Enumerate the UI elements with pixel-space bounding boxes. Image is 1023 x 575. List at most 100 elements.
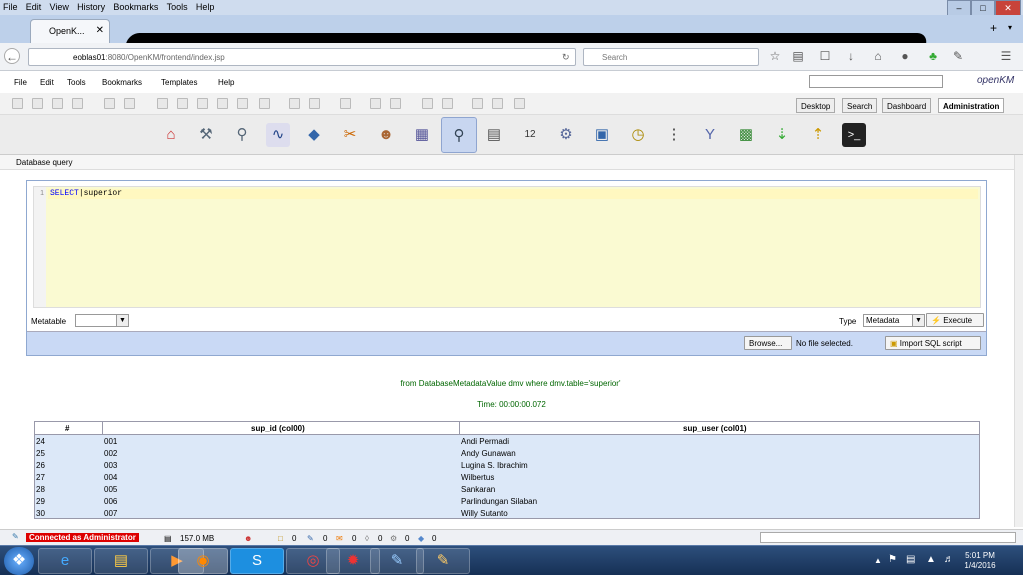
files-icon[interactable]: ▦ [410, 123, 434, 147]
start-button[interactable]: ❖ [4, 547, 34, 575]
toolbar-lock-icon[interactable] [104, 98, 115, 109]
toolbar-add-icon[interactable] [237, 98, 248, 109]
maximize-button[interactable]: □ [971, 0, 995, 16]
url-bar[interactable]: eoblas01:8080/OpenKM/frontend/index.jsp [28, 48, 576, 66]
checkout-icon[interactable]: ✎ [307, 534, 314, 543]
toolbar-home-icon[interactable] [442, 98, 453, 109]
toolbar-property-icon[interactable] [289, 98, 300, 109]
close-window-button[interactable]: ✕ [995, 0, 1021, 16]
toolbar-doc-icon[interactable] [32, 98, 43, 109]
toolbar-edit-icon[interactable] [72, 98, 83, 109]
firefox-icon[interactable]: ◉ [178, 548, 228, 574]
users-icon[interactable]: ☻ [374, 123, 398, 147]
okm-menu-help[interactable]: Help [218, 78, 234, 87]
minimize-button[interactable]: – [947, 0, 971, 16]
subscription-icon[interactable]: ◊ [365, 534, 369, 543]
scanner-icon[interactable]: ▤ [482, 123, 506, 147]
home-icon[interactable]: ⌂ [870, 48, 886, 64]
search-doc-icon[interactable]: ⚲ [230, 123, 254, 147]
signal-icon[interactable]: ▲ [926, 554, 936, 565]
table-row[interactable]: 24 001 Andi Permadi [35, 436, 979, 448]
code-line[interactable]: SELECT|superior [48, 189, 978, 199]
terminal-icon[interactable]: >_ [842, 123, 866, 147]
lock-icon[interactable]: □ [278, 534, 283, 543]
tab-search[interactable]: Search [842, 98, 878, 113]
extension-icon[interactable]: ✎ [950, 48, 966, 64]
table-row[interactable]: 25 002 Andy Gunawan [35, 448, 979, 460]
tab-administration[interactable]: Administration [938, 98, 1005, 113]
new-tab-icon[interactable]: + [990, 21, 997, 35]
okm-menu-edit[interactable]: Edit [40, 78, 54, 87]
okm-menu-file[interactable]: File [14, 78, 27, 87]
ff-menu-tools[interactable]: Tools [164, 1, 191, 13]
sql-editor[interactable]: 1 SELECT|superior [33, 186, 981, 308]
chat-icon[interactable]: ● [897, 48, 913, 64]
ff-menu-view[interactable]: View [47, 1, 72, 13]
toolbar-share-icon[interactable] [492, 98, 503, 109]
paint-icon[interactable]: ✎ [416, 548, 470, 574]
hamburger-menu-icon[interactable]: ☰ [998, 48, 1014, 64]
okm-menu-tools[interactable]: Tools [67, 78, 86, 87]
okm-menu-bookmarks[interactable]: Bookmarks [102, 78, 142, 87]
back-icon[interactable]: ← [4, 48, 20, 64]
skype-icon[interactable]: S [230, 548, 284, 574]
toolbar-checkin-icon[interactable] [177, 98, 188, 109]
clock-icon[interactable]: ◷ [626, 123, 650, 147]
mail-icon[interactable]: ✉ [336, 534, 343, 543]
toolbar-folder-icon[interactable] [12, 98, 23, 109]
pocket-icon[interactable]: ☐ [817, 48, 833, 64]
status-input[interactable] [760, 532, 1016, 543]
bookmark-star-icon[interactable]: ☆ [767, 48, 783, 64]
tray-arrow-icon[interactable]: ▲ [874, 556, 882, 565]
flag-icon[interactable]: ⚑ [888, 554, 897, 565]
vertical-scrollbar[interactable] [1014, 155, 1023, 527]
toolbar-refresh-icon[interactable] [259, 98, 270, 109]
ie-icon[interactable]: e [38, 548, 92, 574]
monitor-icon[interactable]: ∿ [266, 123, 290, 147]
tab-desktop[interactable]: Desktop [796, 98, 836, 113]
table-row[interactable]: 28 005 Sankaran [35, 484, 979, 496]
column-header[interactable]: sup_id (col00) [251, 424, 305, 433]
tab-dashboard[interactable]: Dashboard [882, 98, 932, 113]
toolbar-delete-icon[interactable] [217, 98, 228, 109]
toolbar-print-icon[interactable] [472, 98, 483, 109]
toolbar-workflow-icon[interactable] [309, 98, 320, 109]
reading-list-icon[interactable]: ▤ [790, 48, 806, 64]
execute-button[interactable]: ⚡ Execute [926, 313, 984, 327]
reload-icon[interactable]: ↻ [562, 52, 570, 63]
toolbar-cancel-icon[interactable] [197, 98, 208, 109]
toolbar-scanner-icon[interactable] [370, 98, 381, 109]
toolbar-upload-icon[interactable] [390, 98, 401, 109]
toolbar-gear-icon[interactable] [340, 98, 351, 109]
column-header[interactable]: sup_user (col01) [683, 424, 747, 433]
import-icon[interactable]: ⇣ [770, 123, 794, 147]
toolbar-mail-icon[interactable] [514, 98, 525, 109]
explorer-icon[interactable]: ▤ [94, 548, 148, 574]
okm-menu-templates[interactable]: Templates [161, 78, 197, 87]
volume-icon[interactable]: ♬ [944, 554, 954, 565]
window-icon[interactable]: ▣ [590, 123, 614, 147]
ff-menu-edit[interactable]: Edit [23, 1, 45, 13]
table-row[interactable]: 30 007 Willy Sutanto [35, 508, 979, 520]
quick-search-input[interactable] [809, 75, 943, 88]
table-row[interactable]: 29 006 Parlindungan Silaban [35, 496, 979, 508]
type-select[interactable]: Metadata ▼ [863, 314, 925, 327]
gear-icon[interactable]: ⚙ [554, 123, 578, 147]
network-icon[interactable]: ▤ [906, 554, 915, 565]
table-row[interactable]: 27 004 Wilbertus [35, 472, 979, 484]
news-icon[interactable]: ◆ [418, 534, 424, 543]
download-icon[interactable]: ↓ [843, 48, 859, 64]
toolbar-checkout-icon[interactable] [157, 98, 168, 109]
close-tab-icon[interactable]: ✕ [96, 25, 104, 36]
database-query-icon[interactable]: ⚲ [441, 117, 477, 153]
diamond-icon[interactable]: ◆ [302, 123, 326, 147]
browser-tab[interactable]: OpenK... ✕ [30, 19, 110, 43]
metatable-select[interactable]: ▼ [75, 314, 129, 327]
export-icon[interactable]: ⇡ [806, 123, 830, 147]
tab-list-icon[interactable]: ▾ [1008, 23, 1012, 32]
workflow-icon[interactable]: ⚙ [390, 534, 397, 543]
addon-icon[interactable]: ♣ [925, 48, 941, 64]
calendar-icon[interactable]: 12 [518, 123, 542, 147]
ff-menu-file[interactable]: File [0, 1, 21, 13]
search-input[interactable]: Search [583, 48, 759, 66]
